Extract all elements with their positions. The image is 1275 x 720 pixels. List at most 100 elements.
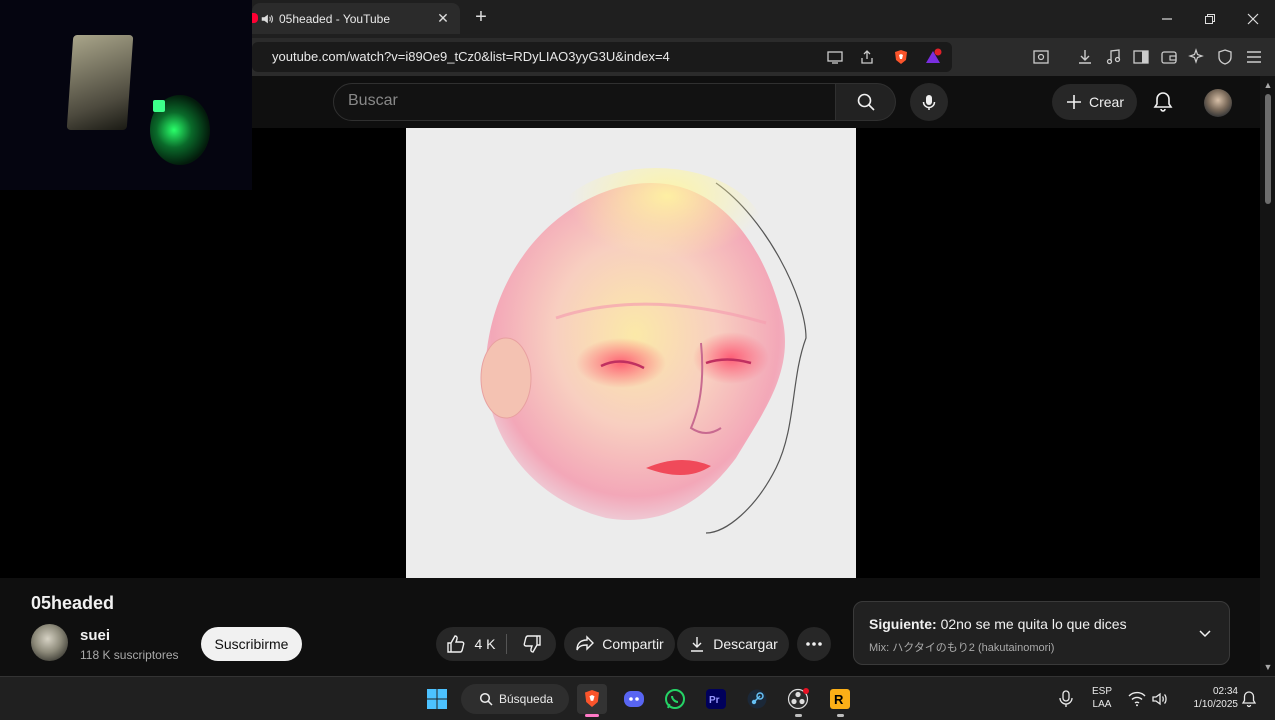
sidebar-icon[interactable]	[1130, 46, 1152, 68]
minimize-button[interactable]	[1145, 0, 1189, 38]
share-arrow-icon	[576, 635, 595, 651]
vpn-shield-icon[interactable]	[1214, 46, 1236, 68]
share-label: Compartir	[602, 636, 664, 652]
volume-icon[interactable]	[1151, 690, 1169, 708]
speaker-icon[interactable]	[260, 12, 274, 26]
new-tab-button[interactable]: +	[470, 7, 492, 29]
rockstar-running-indicator	[837, 714, 844, 717]
search-icon	[857, 93, 875, 111]
video-info-section: 05headed suei 118 K suscriptores Suscrib…	[0, 578, 1260, 676]
like-dislike-group: 4 K	[436, 627, 556, 661]
video-title: 05headed	[31, 593, 115, 613]
video-frame-artwork	[406, 128, 856, 578]
brave-active-indicator	[585, 714, 599, 717]
screen: 05headed - YouTube ✕ + youtube.com/watch…	[0, 0, 1275, 720]
wallet-icon[interactable]	[1158, 46, 1180, 68]
dislike-button[interactable]	[507, 627, 556, 661]
brave-rewards-icon[interactable]	[922, 46, 944, 68]
premiere-pro-icon[interactable]: Pr	[701, 684, 731, 714]
video-player[interactable]	[252, 128, 1260, 578]
search-box[interactable]	[333, 83, 836, 121]
download-label: Descargar	[713, 636, 778, 652]
up-next-prefix: Siguiente:	[869, 616, 937, 632]
leo-ai-icon[interactable]	[1186, 46, 1208, 68]
rockstar-launcher-icon[interactable]: R	[825, 684, 855, 714]
clock-date: 1/10/2025	[1193, 699, 1239, 710]
download-arrow-icon	[691, 637, 704, 652]
input-language-indicator[interactable]: ESP LAA	[1088, 685, 1116, 711]
windows-taskbar: Búsqueda Pr R ESP LAA 02:34 1/10/2025	[0, 676, 1275, 720]
scroll-down-arrow[interactable]: ▼	[1263, 662, 1273, 672]
address-bar[interactable]: youtube.com/watch?v=i89Oe9_tCz0&list=RDy…	[252, 42, 952, 72]
up-next-mix: Mix: ハクタイのもり2 (hakutainomori)	[869, 642, 1055, 654]
whatsapp-icon[interactable]	[660, 684, 690, 714]
reader-mode-icon[interactable]	[1030, 46, 1052, 68]
svg-text:R: R	[834, 692, 844, 707]
taskbar-search-icon	[479, 692, 493, 706]
taskbar-search[interactable]: Búsqueda	[461, 684, 569, 714]
up-next-title: 02no se me quita lo que dices	[940, 616, 1127, 632]
menu-icon[interactable]	[1243, 46, 1265, 68]
obs-running-indicator	[795, 714, 802, 717]
up-next-title-line: Siguiente: 02no se me quita lo que dices	[869, 616, 1127, 632]
account-avatar[interactable]	[1204, 89, 1232, 117]
discord-icon[interactable]	[619, 684, 649, 714]
scroll-up-arrow[interactable]: ▲	[1263, 80, 1273, 90]
taskbar-microphone-icon[interactable]	[1058, 690, 1074, 708]
clock-time: 02:34	[1212, 686, 1238, 697]
keyboard-layout-label: LAA	[1092, 699, 1112, 710]
download-icon[interactable]	[1074, 46, 1096, 68]
create-label: Crear	[1088, 94, 1124, 110]
like-button[interactable]: 4 K	[436, 627, 506, 661]
create-button[interactable]: Crear	[1052, 84, 1137, 120]
svg-text:Pr: Pr	[709, 695, 720, 706]
wifi-icon[interactable]	[1128, 691, 1146, 707]
like-count: 4 K	[474, 636, 496, 652]
taskbar-notification-bell-icon[interactable]	[1241, 690, 1257, 708]
scrollbar-thumb[interactable]	[1265, 94, 1271, 204]
channel-name[interactable]: suei	[80, 627, 110, 644]
webcam-green-light	[153, 100, 165, 112]
close-tab-icon[interactable]: ✕	[434, 10, 452, 27]
youtube-header: Crear	[252, 76, 1275, 128]
video-side-area	[0, 190, 252, 578]
youtube-favicon	[252, 13, 258, 23]
restore-button[interactable]	[1188, 0, 1232, 38]
windows-start-icon[interactable]	[422, 684, 452, 714]
search-button[interactable]	[836, 83, 896, 121]
up-next-card[interactable]: Siguiente: 02no se me quita lo que dices…	[853, 601, 1230, 665]
brave-shields-icon[interactable]	[890, 46, 912, 68]
notifications-bell-icon[interactable]	[1150, 89, 1176, 115]
brave-taskbar-icon[interactable]	[577, 684, 607, 714]
microphone-icon	[922, 95, 936, 110]
minimize-icon	[1162, 18, 1172, 20]
close-window-button[interactable]	[1231, 0, 1275, 38]
channel-avatar[interactable]	[31, 624, 68, 661]
more-actions-button[interactable]	[797, 627, 831, 661]
chevron-down-icon[interactable]	[1196, 624, 1214, 642]
share-button[interactable]: Compartir	[564, 627, 675, 661]
thumbs-up-icon	[447, 635, 465, 653]
download-button[interactable]: Descargar	[677, 627, 789, 661]
subscriber-count: 118 K suscriptores	[80, 648, 179, 662]
subscribe-button[interactable]: Suscribirme	[201, 627, 302, 661]
restore-icon	[1205, 14, 1215, 24]
voice-search-button[interactable]	[910, 83, 948, 121]
thumbs-down-icon	[523, 635, 541, 653]
browser-tab-active[interactable]: 05headed - YouTube ✕	[252, 3, 460, 34]
cast-icon[interactable]	[824, 46, 846, 68]
clock[interactable]: 02:34 1/10/2025	[1176, 685, 1239, 711]
music-icon[interactable]	[1102, 46, 1124, 68]
search-input[interactable]	[348, 92, 818, 110]
address-url[interactable]: youtube.com/watch?v=i89Oe9_tCz0&list=RDy…	[272, 49, 670, 64]
close-icon	[1247, 13, 1259, 25]
language-label: ESP	[1091, 686, 1112, 697]
drawn-face-artwork	[480, 168, 807, 534]
obs-icon[interactable]	[783, 684, 813, 714]
tab-title: 05headed - YouTube	[279, 11, 390, 26]
share-icon[interactable]	[856, 46, 878, 68]
steam-icon[interactable]	[742, 684, 772, 714]
taskbar-search-label: Búsqueda	[499, 692, 554, 706]
plus-icon	[1066, 95, 1081, 109]
page-scrollbar[interactable]: ▲ ▼	[1260, 76, 1275, 676]
